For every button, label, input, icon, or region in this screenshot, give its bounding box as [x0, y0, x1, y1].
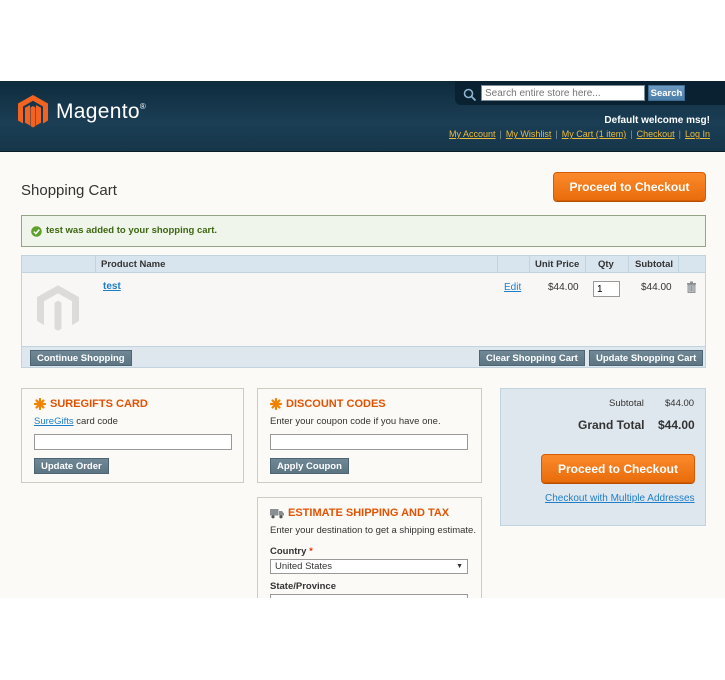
link-separator: | [630, 129, 633, 139]
suregifts-card-box: SUREGIFTS CARD SureGifts card code Updat… [21, 388, 244, 483]
state-select[interactable]: ▼ [270, 594, 468, 598]
success-message: test was added to your shopping cart. [21, 215, 706, 247]
subtotal-value: $44.00 [665, 398, 695, 409]
column-unit-price: Unit Price [535, 259, 580, 270]
search-icon [463, 88, 477, 102]
edit-item-link[interactable]: Edit [504, 282, 521, 293]
proceed-to-checkout-button-bottom[interactable]: Proceed to Checkout [541, 454, 695, 483]
required-mark: * [309, 546, 313, 557]
discount-title: DISCOUNT CODES [270, 398, 386, 410]
suregifts-title-text: SUREGIFTS CARD [50, 398, 148, 410]
search-bar: Search [455, 81, 725, 105]
checkout-link[interactable]: Checkout [637, 129, 675, 139]
country-label-text: Country [270, 546, 307, 557]
logo-text: Magento [56, 100, 140, 123]
shipping-label: Enter your destination to get a shipping… [270, 525, 476, 536]
country-select-value: United States [275, 561, 333, 572]
discount-label: Enter your coupon code if you have one. [270, 416, 441, 427]
cart-actions: Continue Shopping Clear Shopping Cart Up… [22, 346, 705, 367]
row-subtotal: $44.00 [641, 282, 672, 293]
product-thumbnail-image[interactable] [37, 285, 79, 333]
grand-total-value: $44.00 [658, 418, 695, 432]
grand-total-label: Grand Total [578, 418, 645, 432]
magento-logo-icon [18, 95, 48, 128]
cart-totals-box: Subtotal $44.00 Grand Total $44.00 Proce… [500, 388, 706, 526]
unit-price: $44.00 [548, 282, 579, 293]
table-row: test Edit $44.00 $44.00 [22, 273, 705, 346]
shipping-title-text: ESTIMATE SHIPPING AND TAX [288, 507, 450, 519]
suregifts-link[interactable]: SureGifts [34, 416, 74, 427]
store-logo[interactable]: Magento® [18, 95, 146, 129]
welcome-message: Default welcome msg! [604, 115, 710, 126]
my-wishlist-link[interactable]: My Wishlist [506, 129, 552, 139]
column-subtotal: Subtotal [635, 259, 673, 270]
top-links: My Account | My Wishlist | My Cart (1 item) |… [449, 129, 710, 139]
success-text: test was added to your shopping cart. [46, 225, 218, 236]
chevron-down-icon: ▼ [456, 563, 463, 570]
coupon-code-input[interactable] [270, 434, 468, 450]
cart-table-header: Product Name Unit Price Qty Subtotal [22, 256, 705, 273]
checkout-multiple-addresses-link[interactable]: Checkout with Multiple Addresses [545, 493, 695, 504]
estimate-shipping-box: ESTIMATE SHIPPING AND TAX Enter your des… [257, 497, 482, 598]
column-qty: Qty [598, 259, 614, 270]
cart-table: Product Name Unit Price Qty Subtotal tes… [21, 255, 706, 368]
country-label: Country * [270, 546, 313, 557]
proceed-to-checkout-button-top[interactable]: Proceed to Checkout [553, 172, 706, 201]
apply-coupon-button[interactable]: Apply Coupon [270, 458, 349, 474]
link-separator: | [678, 129, 681, 139]
discount-title-text: DISCOUNT CODES [286, 398, 386, 410]
shipping-title: ESTIMATE SHIPPING AND TAX [270, 507, 449, 519]
update-order-button[interactable]: Update Order [34, 458, 109, 474]
page-title: Shopping Cart [21, 182, 117, 199]
discount-codes-box: DISCOUNT CODES Enter your coupon code if… [257, 388, 482, 483]
checkmark-icon [31, 226, 42, 237]
product-name-link[interactable]: test [103, 281, 121, 292]
country-select[interactable]: United States ▼ [270, 559, 468, 574]
truck-icon [270, 508, 284, 518]
link-separator: | [499, 129, 502, 139]
qty-input[interactable] [593, 281, 620, 297]
my-cart-link[interactable]: My Cart (1 item) [562, 129, 627, 139]
site-header: Magento® Search Default welcome msg! My … [0, 81, 725, 152]
log-in-link[interactable]: Log In [685, 129, 710, 139]
suregifts-code-input[interactable] [34, 434, 232, 450]
search-button[interactable]: Search [648, 85, 685, 101]
sparkle-icon [270, 398, 282, 410]
clear-shopping-cart-button[interactable]: Clear Shopping Cart [479, 350, 585, 366]
sparkle-icon [34, 398, 46, 410]
suregifts-title: SUREGIFTS CARD [34, 398, 148, 410]
state-label: State/Province [270, 581, 336, 592]
link-separator: | [555, 129, 558, 139]
continue-shopping-button[interactable]: Continue Shopping [30, 350, 132, 366]
subtotal-label: Subtotal [609, 398, 644, 409]
my-account-link[interactable]: My Account [449, 129, 496, 139]
suregifts-label: SureGifts card code [34, 416, 118, 427]
column-product-name: Product Name [101, 259, 166, 270]
registered-mark: ® [139, 102, 147, 111]
update-shopping-cart-button[interactable]: Update Shopping Cart [589, 350, 704, 366]
search-input[interactable] [481, 85, 645, 101]
trash-icon[interactable] [686, 281, 697, 293]
suregifts-label-text: card code [73, 416, 118, 427]
browser-viewport: Magento® Search Default welcome msg! My … [0, 81, 725, 598]
